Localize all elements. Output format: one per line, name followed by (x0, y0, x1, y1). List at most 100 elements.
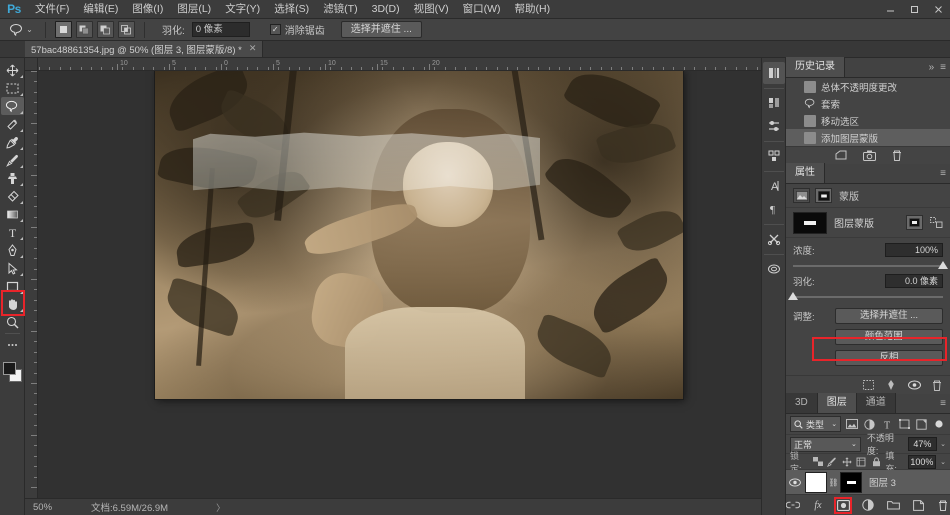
layer-comps-icon[interactable] (763, 145, 785, 167)
lock-position-icon[interactable] (841, 456, 852, 468)
character-icon[interactable]: A (763, 175, 785, 197)
density-slider-knob[interactable] (938, 261, 948, 269)
panel-menu-icon[interactable]: ≡ (940, 168, 946, 179)
mask-thumbnail[interactable] (793, 212, 827, 234)
menu-edit[interactable]: 编辑(E) (76, 0, 125, 19)
select-mask-icon[interactable] (906, 215, 923, 230)
layer-list[interactable]: ⛓ 图层 3 图层 4 拷贝 (786, 470, 950, 494)
density-slider[interactable] (793, 265, 943, 267)
menu-image[interactable]: 图像(I) (125, 0, 170, 19)
tab-properties[interactable]: 属性 (786, 163, 825, 183)
eye-icon[interactable] (788, 478, 802, 487)
vertical-ruler[interactable] (25, 71, 38, 498)
status-menu-arrow-icon[interactable]: 〉 (216, 501, 225, 514)
subtract-from-selection-button[interactable] (97, 21, 114, 38)
new-selection-button[interactable] (55, 21, 72, 38)
filter-smart-icon[interactable] (915, 417, 928, 432)
opacity-chevron-icon[interactable]: ⌄ (940, 440, 946, 448)
fill-value[interactable]: 100% (908, 455, 937, 469)
document-image[interactable] (155, 71, 683, 399)
history-brush-icon[interactable] (763, 258, 785, 280)
layer-thumbnail[interactable] (805, 472, 827, 493)
menu-filter[interactable]: 滤镜(T) (316, 0, 364, 19)
mask-options-icon[interactable] (930, 217, 943, 228)
feather-slider[interactable] (793, 296, 943, 298)
collapse-icon[interactable]: » (929, 62, 935, 73)
tab-layers[interactable]: 图层 (818, 393, 857, 413)
filter-pixel-icon[interactable] (845, 417, 858, 432)
shape-tool[interactable] (1, 277, 24, 295)
lasso-tool-icon[interactable]: ⌄ (6, 21, 36, 39)
density-value[interactable]: 100% (885, 243, 943, 257)
tab-3d[interactable]: 3D (786, 393, 818, 413)
clone-stamp-tool[interactable] (1, 169, 24, 187)
pen-tool[interactable] (1, 241, 24, 259)
hand-tool[interactable] (1, 295, 24, 313)
toggle-mask-icon[interactable] (908, 380, 921, 390)
menu-select[interactable]: 选择(S) (267, 0, 316, 19)
menu-view[interactable]: 视图(V) (407, 0, 456, 19)
layer-name[interactable]: 图层 3 (865, 475, 950, 489)
eraser-tool[interactable] (1, 187, 24, 205)
filter-adjustment-icon[interactable] (863, 417, 876, 432)
more-tools[interactable] (1, 336, 24, 354)
adjustments-icon[interactable] (763, 92, 785, 114)
layer-mask-thumbnail[interactable] (840, 472, 862, 493)
brush-tool[interactable] (1, 151, 24, 169)
create-snapshot-icon[interactable] (863, 150, 876, 161)
vector-mask-icon[interactable] (815, 188, 832, 203)
feather-input[interactable]: 0 像素 (192, 22, 250, 37)
panel-menu-icon[interactable]: ≡ (940, 62, 946, 73)
apply-mask-icon[interactable] (885, 379, 897, 391)
delete-state-icon[interactable] (892, 150, 902, 161)
feather-value[interactable]: 0.0 像素 (885, 274, 943, 288)
type-tool[interactable]: T (1, 223, 24, 241)
intersect-selection-button[interactable] (118, 21, 135, 38)
history-item-selected[interactable]: 添加图层蒙版 (786, 129, 950, 146)
filter-type-select[interactable]: 类型 ⌄ (790, 416, 841, 432)
path-selection-tool[interactable] (1, 259, 24, 277)
menu-layer[interactable]: 图层(L) (170, 0, 218, 19)
new-group-icon[interactable] (886, 497, 900, 513)
zoom-level[interactable]: 50% (33, 502, 73, 513)
move-tool[interactable] (1, 61, 24, 79)
maximize-button[interactable] (902, 0, 926, 19)
select-and-mask-button[interactable]: 选择并遮住 ... (341, 21, 422, 38)
history-item[interactable]: 总体不透明度更改 (786, 78, 950, 95)
link-layers-icon[interactable] (786, 497, 800, 513)
foreground-color-swatch[interactable] (3, 362, 16, 375)
new-fill-adjustment-icon[interactable] (861, 497, 875, 513)
color-libraries-icon[interactable] (763, 62, 785, 84)
menu-3d[interactable]: 3D(D) (365, 0, 407, 19)
filter-type-icon[interactable]: T (880, 417, 893, 432)
lock-image-icon[interactable] (827, 456, 838, 468)
panel-menu-icon[interactable]: ≡ (940, 398, 946, 409)
add-to-selection-button[interactable] (76, 21, 93, 38)
eyedropper-tool[interactable] (1, 133, 24, 151)
filter-toggle-icon[interactable] (933, 417, 946, 432)
load-selection-icon[interactable] (863, 380, 874, 390)
chevron-down-icon[interactable]: ⌄ (831, 420, 837, 428)
lock-all-icon[interactable] (871, 456, 882, 468)
delete-mask-icon[interactable] (932, 380, 942, 391)
close-button[interactable] (926, 0, 950, 19)
marquee-tool[interactable] (1, 79, 24, 97)
filter-shape-icon[interactable] (898, 417, 911, 432)
fill-chevron-icon[interactable]: ⌄ (940, 458, 946, 466)
lock-transparent-icon[interactable] (812, 456, 823, 468)
horizontal-ruler[interactable]: 10505101520 (25, 58, 761, 71)
layer-row-layer3[interactable]: ⛓ 图层 3 (786, 470, 950, 494)
tab-history[interactable]: 历史记录 (786, 57, 845, 77)
zoom-tool[interactable] (1, 313, 24, 331)
color-swatches[interactable] (0, 360, 25, 386)
lock-artboard-icon[interactable] (856, 456, 867, 468)
antialias-checkbox[interactable]: ✓ (270, 24, 281, 35)
feather-slider-knob[interactable] (788, 292, 798, 300)
menu-window[interactable]: 窗口(W) (456, 0, 508, 19)
opacity-value[interactable]: 47% (908, 437, 937, 451)
create-document-from-state-icon[interactable] (835, 150, 847, 161)
actions-icon[interactable] (763, 228, 785, 250)
menu-type[interactable]: 文字(Y) (218, 0, 267, 19)
new-layer-icon[interactable] (911, 497, 925, 513)
select-and-mask-button[interactable]: 选择并遮住 ... (835, 308, 943, 324)
